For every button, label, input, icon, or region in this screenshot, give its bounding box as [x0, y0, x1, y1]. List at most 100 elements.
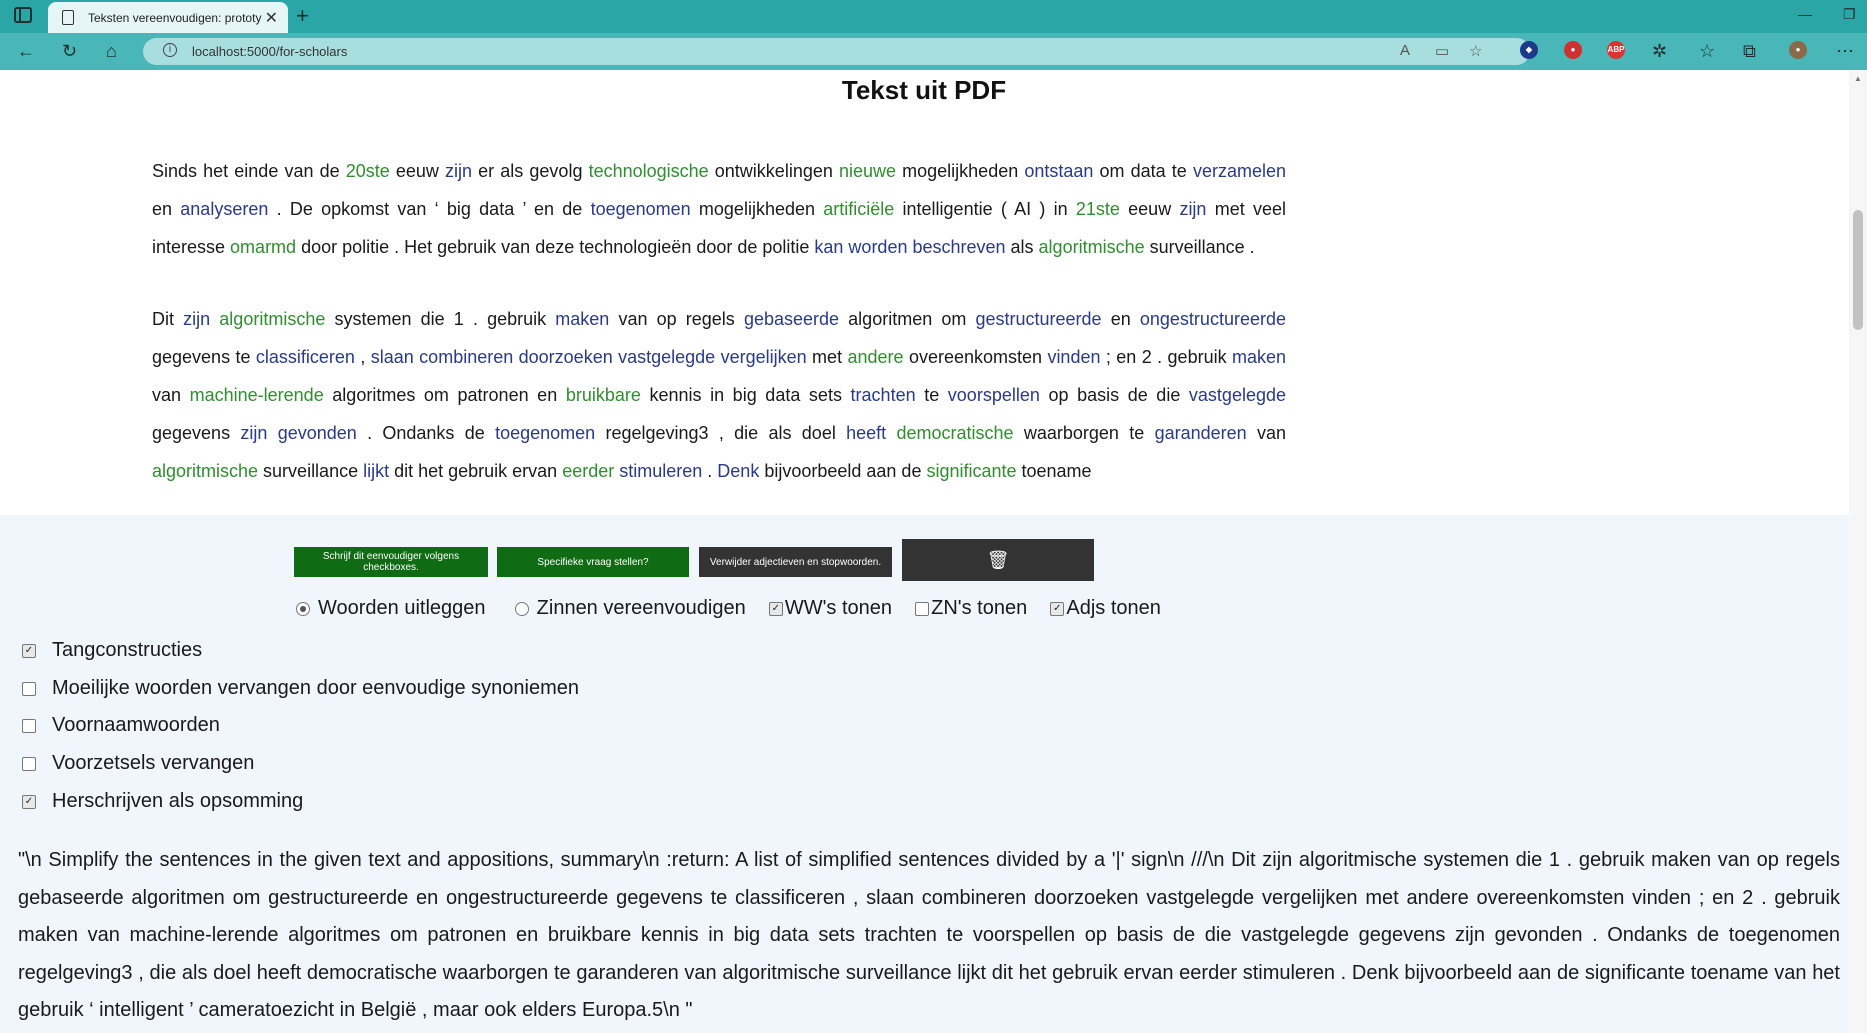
- url-text[interactable]: localhost:5000/for-scholars: [192, 44, 347, 59]
- trash-button[interactable]: 🗑: [902, 539, 1094, 581]
- close-icon[interactable]: ✕: [265, 8, 278, 28]
- question-button[interactable]: Specifieke vraag stellen?: [497, 547, 689, 577]
- plain-text: toename: [1016, 461, 1092, 481]
- highlighted-verb: garanderen: [1154, 423, 1247, 443]
- highlighted-verb: zijn: [1179, 199, 1207, 219]
- plain-text: op basis de die: [1039, 385, 1189, 405]
- plus-icon[interactable]: +: [296, 3, 309, 29]
- highlighted-adjective: machine-lerende: [189, 385, 324, 405]
- plain-text: overeenkomsten: [903, 347, 1048, 367]
- home-icon[interactable]: ⌂: [106, 41, 117, 61]
- pdf-paragraph: Dit zijn algoritmische systemen die 1 . …: [152, 300, 1286, 490]
- plain-text: en: [1101, 309, 1140, 329]
- option-row: Woorden uitleggen Zinnen vereenvoudigen …: [296, 597, 1161, 620]
- immersive-reader-icon[interactable]: ▭: [1435, 42, 1449, 60]
- plain-text: eeuw: [389, 161, 446, 181]
- highlighted-verb: maken: [555, 309, 610, 329]
- avatar[interactable]: ●: [1789, 41, 1807, 59]
- adblock-icon[interactable]: ABP: [1607, 41, 1625, 59]
- more-icon[interactable]: ⋯: [1836, 41, 1854, 61]
- plain-text: algoritmes om patronen en: [323, 385, 566, 405]
- plain-text: van: [1246, 423, 1286, 443]
- highlighted-adjective: algoritmische: [1038, 237, 1145, 257]
- favorite-add-icon[interactable]: ☆: [1469, 42, 1482, 60]
- highlighted-verb: gebaseerde: [743, 309, 840, 329]
- extension-record-icon[interactable]: ●: [1564, 41, 1582, 59]
- scrollbar[interactable]: ▲: [1849, 70, 1867, 1033]
- checkbox-row[interactable]: Voornaamwoorden: [22, 714, 220, 737]
- restore-icon[interactable]: ❐: [1843, 6, 1856, 23]
- read-aloud-icon[interactable]: A: [1400, 42, 1410, 59]
- highlighted-verb: stimuleren: [619, 461, 703, 481]
- checkbox-row[interactable]: Moeilijke woorden vervangen door eenvoud…: [22, 677, 579, 700]
- extensions-icon[interactable]: ✲: [1652, 41, 1667, 61]
- plain-text: surveillance: [258, 461, 364, 481]
- address-bar[interactable]: i localhost:5000/for-scholars A ▭ ☆: [143, 38, 1530, 65]
- show-verbs-label: WW's tonen: [784, 597, 893, 620]
- plain-text: .: [702, 461, 718, 481]
- show-adjs-checkbox[interactable]: ✓: [1050, 601, 1065, 616]
- plain-text: te: [915, 385, 948, 405]
- highlighted-verb: ontstaan: [1024, 161, 1094, 181]
- refresh-icon[interactable]: ↻: [62, 41, 77, 61]
- collections-icon[interactable]: ⧉: [1743, 41, 1756, 61]
- plain-text: ,: [354, 347, 371, 367]
- minimize-icon[interactable]: —: [1798, 6, 1812, 22]
- plain-text: algoritmen om: [839, 309, 976, 329]
- highlighted-verb: lijkt: [363, 461, 390, 481]
- tab-actions-icon[interactable]: [14, 7, 32, 23]
- tab-bar: Teksten vereenvoudigen: prototy ✕ + — ❐: [0, 0, 1867, 33]
- trash-icon: 🗑: [986, 549, 1010, 570]
- back-icon[interactable]: ←: [17, 41, 35, 61]
- voornaamwoorden-checkbox[interactable]: [22, 718, 36, 733]
- plain-text: mogelijkheden: [896, 161, 1025, 181]
- highlighted-adjective: algoritmische: [219, 309, 326, 329]
- extension-shield-icon[interactable]: ◆: [1520, 41, 1538, 59]
- highlighted-verb: zijn gevonden: [240, 423, 357, 443]
- browser-tab[interactable]: Teksten vereenvoudigen: prototy ✕: [48, 2, 288, 33]
- pdf-text: Sinds het einde van de 20ste eeuw zijn e…: [152, 152, 1286, 524]
- radio-explain[interactable]: [296, 601, 310, 616]
- highlighted-verb: kan worden beschreven: [814, 237, 1006, 257]
- favorites-icon[interactable]: ☆: [1699, 41, 1715, 61]
- synoniemen-checkbox[interactable]: [22, 681, 36, 696]
- checkbox-row[interactable]: ✓ Tangconstructies: [22, 639, 202, 662]
- highlighted-adjective: 20ste: [345, 161, 390, 181]
- highlighted-verb: trachten: [850, 385, 916, 405]
- plain-text: kennis in big data sets: [640, 385, 851, 405]
- plain-text: dit het gebruik ervan: [389, 461, 563, 481]
- show-nouns-checkbox[interactable]: [915, 601, 930, 616]
- highlighted-verb: toegenomen: [495, 423, 596, 443]
- checkbox-label: Moeilijke woorden vervangen door eenvoud…: [52, 677, 580, 699]
- scroll-up-icon[interactable]: ▲: [1854, 74, 1862, 83]
- checkbox-row[interactable]: ✓ Herschrijven als opsomming: [22, 790, 303, 813]
- plain-text: gegevens: [152, 423, 241, 443]
- tangconstructies-checkbox[interactable]: ✓: [22, 643, 36, 658]
- highlighted-verb: maken: [1231, 347, 1287, 367]
- remove-adjectives-button[interactable]: Verwijder adjectieven en stopwoorden.: [699, 547, 892, 577]
- voorzetsels-checkbox[interactable]: [22, 756, 36, 771]
- plain-text: intelligentie ( AI ) in: [894, 199, 1076, 219]
- scrollbar-thumb[interactable]: [1853, 210, 1863, 330]
- tab-title: Teksten vereenvoudigen: prototy: [88, 10, 262, 25]
- highlighted-verb: classificeren: [255, 347, 355, 367]
- info-icon[interactable]: i: [163, 43, 177, 57]
- show-nouns-label: ZN's tonen: [931, 597, 1028, 620]
- opsomming-checkbox[interactable]: ✓: [22, 794, 36, 809]
- show-verbs-checkbox[interactable]: ✓: [768, 601, 783, 616]
- highlighted-adjective: 21ste: [1075, 199, 1120, 219]
- highlighted-verb: vinden: [1047, 347, 1101, 367]
- plain-text: surveillance .: [1144, 237, 1255, 257]
- plain-text: [210, 309, 219, 329]
- plain-text: . Ondanks de: [356, 423, 496, 443]
- radio-simplify[interactable]: [514, 601, 529, 616]
- highlighted-adjective: omarmd: [230, 237, 297, 257]
- show-adjs-label: Adjs tonen: [1066, 597, 1161, 620]
- plain-text: waarborgen te: [1013, 423, 1155, 443]
- checkbox-row[interactable]: Voorzetsels vervangen: [22, 752, 254, 775]
- highlighted-adjective: democratische: [896, 423, 1014, 443]
- simplify-button[interactable]: Schrijf dit eenvoudiger volgens checkbox…: [294, 547, 488, 577]
- page-icon: [62, 10, 74, 25]
- plain-text: systemen die 1 . gebruik: [325, 309, 556, 329]
- pdf-paragraph: Sinds het einde van de 20ste eeuw zijn e…: [152, 152, 1286, 266]
